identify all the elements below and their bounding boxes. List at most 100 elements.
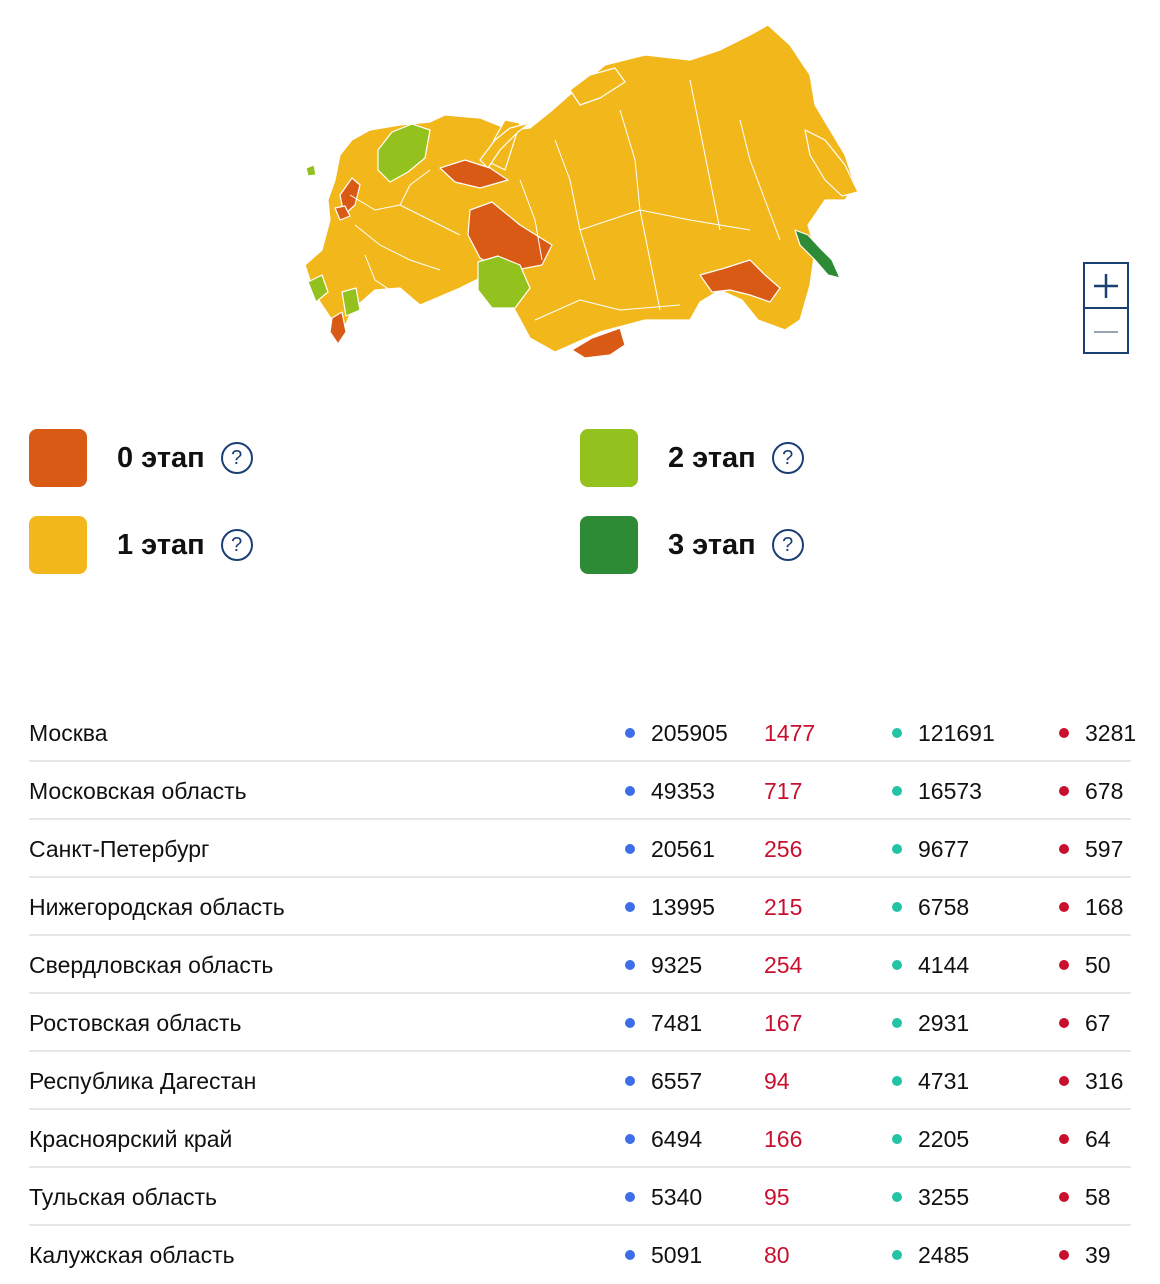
russia-map[interactable] — [280, 20, 880, 370]
cases-value: 205905 — [651, 720, 728, 746]
new-cases-value: 717 — [764, 778, 803, 804]
minus-icon — [1094, 330, 1118, 333]
map-region-south-2[interactable] — [341, 287, 361, 317]
recovered-value: 2485 — [918, 1242, 970, 1268]
cases-dot-icon — [625, 959, 635, 970]
deaths-value: 316 — [1085, 1068, 1124, 1094]
recovered-dot-icon — [892, 1017, 902, 1028]
recovered-cell: 2485 — [892, 1226, 969, 1282]
cases-cell: 49353 — [625, 762, 715, 818]
recovered-dot-icon — [892, 785, 902, 796]
zoom-out-button[interactable] — [1085, 309, 1127, 354]
cases-cell: 205905 — [625, 704, 728, 760]
recovered-dot-icon — [892, 1191, 902, 1202]
cases-dot-icon — [625, 1075, 635, 1086]
help-icon[interactable]: ? — [771, 529, 804, 561]
deaths-cell: 168 — [1059, 878, 1123, 934]
new-cases-value: 215 — [764, 894, 803, 920]
table-row[interactable]: Республика Дагестан 6557 94 4731 316 — [29, 1052, 1131, 1110]
recovered-value: 121691 — [918, 720, 995, 746]
map-region-kaliningrad[interactable] — [305, 164, 317, 177]
recovered-value: 2931 — [918, 1010, 970, 1036]
region-name: Красноярский край — [29, 1126, 233, 1152]
deaths-dot-icon — [1059, 1249, 1069, 1260]
recovered-cell: 121691 — [892, 704, 995, 760]
deaths-dot-icon — [1059, 843, 1069, 854]
new-cases-value: 167 — [764, 1010, 803, 1036]
cases-value: 49353 — [651, 778, 715, 804]
recovered-value: 16573 — [918, 778, 982, 804]
cases-dot-icon — [625, 1249, 635, 1260]
deaths-cell: 316 — [1059, 1052, 1123, 1108]
table-row[interactable]: Красноярский край 6494 166 2205 64 — [29, 1110, 1131, 1168]
map-area[interactable] — [0, 0, 1160, 380]
table-row[interactable]: Тульская область 5340 95 3255 58 — [29, 1168, 1131, 1226]
region-name: Нижегородская область — [29, 894, 285, 920]
new-cases-value: 256 — [764, 836, 803, 862]
table-row[interactable]: Москва 205905 1477 121691 3281 — [29, 704, 1136, 762]
recovered-value: 6758 — [918, 894, 970, 920]
table-row[interactable]: Нижегородская область 13995 215 6758 168 — [29, 878, 1131, 936]
region-name: Ростовская область — [29, 1010, 242, 1036]
cases-cell: 9325 — [625, 936, 702, 992]
deaths-cell: 678 — [1059, 762, 1123, 818]
deaths-value: 678 — [1085, 778, 1124, 804]
deaths-value: 597 — [1085, 836, 1124, 862]
deaths-dot-icon — [1059, 1075, 1069, 1086]
legend-label: 1 этап — [117, 528, 205, 561]
deaths-value: 64 — [1085, 1126, 1111, 1152]
help-icon[interactable]: ? — [220, 442, 253, 474]
recovered-cell: 2205 — [892, 1110, 969, 1166]
recovered-dot-icon — [892, 727, 902, 738]
new-cases-value: 80 — [764, 1242, 790, 1268]
recovered-cell: 16573 — [892, 762, 982, 818]
new-cases-value: 95 — [764, 1184, 790, 1210]
cases-value: 13995 — [651, 894, 715, 920]
recovered-value: 3255 — [918, 1184, 970, 1210]
region-stats-table: Москва 205905 1477 121691 3281 Московска… — [29, 704, 1136, 1284]
cases-cell: 7481 — [625, 994, 702, 1050]
recovered-value: 4144 — [918, 952, 970, 978]
recovered-cell: 6758 — [892, 878, 969, 934]
deaths-dot-icon — [1059, 727, 1069, 738]
deaths-dot-icon — [1059, 785, 1069, 796]
legend-swatch-stage-1 — [29, 516, 87, 574]
region-name: Санкт-Петербург — [29, 836, 210, 862]
zoom-in-button[interactable] — [1085, 264, 1127, 309]
cases-cell: 5340 — [625, 1168, 702, 1224]
cases-value: 20561 — [651, 836, 715, 862]
legend-label: 0 этап — [117, 441, 205, 474]
help-icon[interactable]: ? — [220, 529, 253, 561]
new-cases-value: 1477 — [764, 720, 816, 746]
deaths-dot-icon — [1059, 1017, 1069, 1028]
cases-cell: 13995 — [625, 878, 715, 934]
recovered-dot-icon — [892, 901, 902, 912]
plus-icon — [1094, 273, 1118, 298]
region-name: Москва — [29, 720, 108, 746]
cases-dot-icon — [625, 1191, 635, 1202]
help-icon[interactable]: ? — [771, 442, 804, 474]
cases-dot-icon — [625, 785, 635, 796]
cases-dot-icon — [625, 1017, 635, 1028]
legend-label: 3 этап — [668, 528, 756, 561]
new-cases-value: 254 — [764, 952, 803, 978]
recovered-dot-icon — [892, 1075, 902, 1086]
legend-swatch-stage-3 — [580, 516, 638, 574]
table-row[interactable]: Калужская область 5091 80 2485 39 — [29, 1226, 1131, 1284]
recovered-dot-icon — [892, 843, 902, 854]
cases-cell: 6494 — [625, 1110, 702, 1166]
map-region-main[interactable] — [304, 24, 856, 353]
table-row[interactable]: Ростовская область 7481 167 2931 67 — [29, 994, 1131, 1052]
recovered-cell: 4144 — [892, 936, 969, 992]
deaths-value: 168 — [1085, 894, 1124, 920]
recovered-value: 2205 — [918, 1126, 970, 1152]
cases-dot-icon — [625, 843, 635, 854]
table-row[interactable]: Московская область 49353 717 16573 678 — [29, 762, 1131, 820]
cases-cell: 20561 — [625, 820, 715, 876]
cases-value: 6494 — [651, 1126, 703, 1152]
recovered-value: 4731 — [918, 1068, 970, 1094]
recovered-cell: 4731 — [892, 1052, 969, 1108]
cases-value: 5340 — [651, 1184, 703, 1210]
table-row[interactable]: Санкт-Петербург 20561 256 9677 597 — [29, 820, 1131, 878]
table-row[interactable]: Свердловская область 9325 254 4144 50 — [29, 936, 1131, 994]
